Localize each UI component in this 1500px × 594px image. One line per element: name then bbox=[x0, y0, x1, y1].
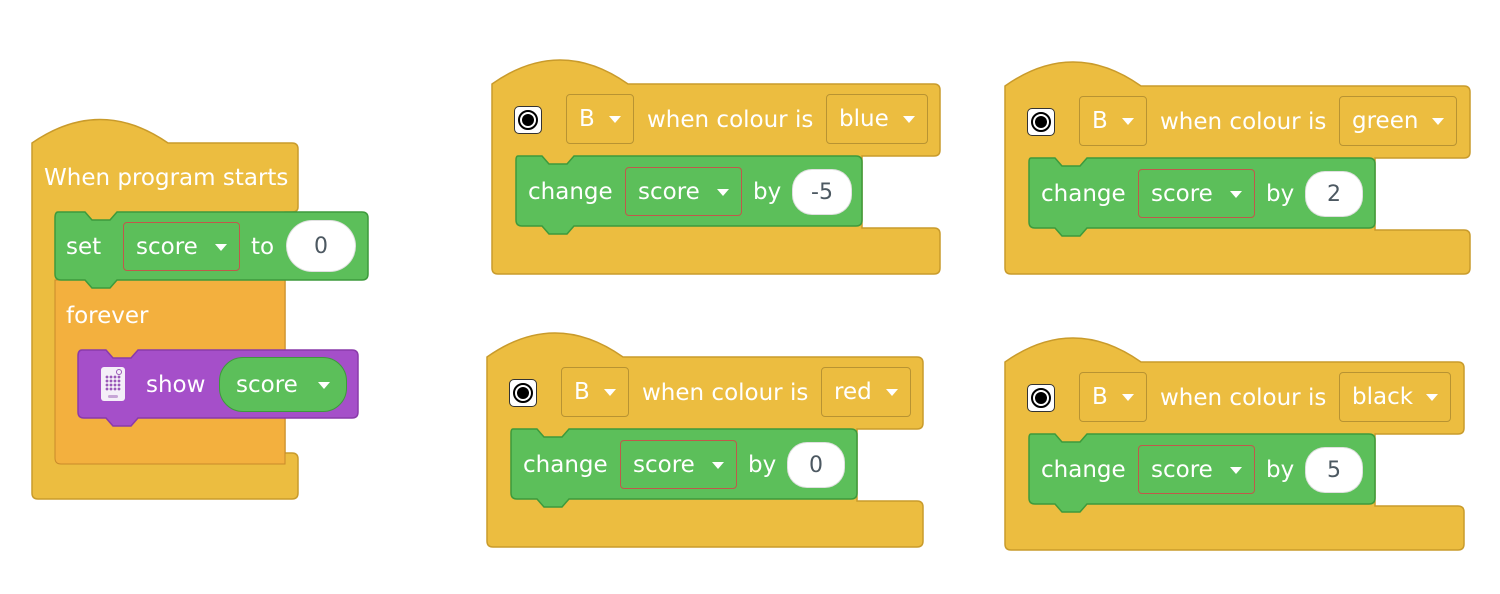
variable-dropdown[interactable]: score bbox=[620, 440, 737, 489]
caret-down-icon bbox=[717, 188, 729, 196]
change-label: change bbox=[523, 452, 608, 478]
caret-down-icon bbox=[1230, 190, 1242, 198]
set-label: set bbox=[66, 234, 102, 260]
caret-down-icon bbox=[318, 381, 330, 389]
colour-dropdown[interactable]: black bbox=[1339, 372, 1451, 422]
variable-dropdown[interactable]: score bbox=[1138, 169, 1255, 218]
port-dropdown[interactable]: B bbox=[561, 367, 629, 417]
by-label: by bbox=[1266, 181, 1295, 207]
caret-down-icon bbox=[1122, 394, 1134, 401]
caret-down-icon bbox=[712, 461, 724, 469]
port-dropdown-value: B bbox=[579, 106, 595, 132]
by-label: by bbox=[753, 179, 782, 205]
colour-dropdown[interactable]: red bbox=[821, 367, 911, 417]
value-input[interactable]: -5 bbox=[792, 169, 852, 215]
variable-dropdown-value: score bbox=[1151, 456, 1213, 483]
caret-down-icon bbox=[609, 116, 621, 123]
color-sensor-icon bbox=[1027, 384, 1055, 412]
colour-dropdown[interactable]: green bbox=[1339, 96, 1457, 146]
value-input[interactable]: 5 bbox=[1305, 447, 1363, 493]
variable-dropdown[interactable]: score bbox=[123, 222, 240, 271]
change-label: change bbox=[528, 179, 613, 205]
value-input[interactable]: 2 bbox=[1305, 171, 1363, 217]
port-dropdown-value: B bbox=[574, 379, 590, 405]
change-label: change bbox=[1041, 457, 1126, 483]
value-input[interactable]: 0 bbox=[787, 442, 845, 488]
condition-label: when colour is bbox=[1160, 385, 1327, 411]
to-label: to bbox=[251, 234, 275, 260]
condition-label: when colour is bbox=[647, 107, 814, 133]
caret-down-icon bbox=[903, 116, 915, 123]
variable-dropdown-value: score bbox=[638, 178, 700, 205]
colour-dropdown[interactable]: blue bbox=[826, 94, 928, 144]
show-label: show bbox=[146, 372, 206, 398]
variable-reporter-value: score bbox=[236, 371, 298, 398]
forever-label: forever bbox=[66, 303, 149, 329]
port-dropdown[interactable]: B bbox=[566, 94, 634, 144]
caret-down-icon bbox=[215, 243, 227, 251]
condition-label: when colour is bbox=[1160, 109, 1327, 135]
port-dropdown[interactable]: B bbox=[1079, 96, 1147, 146]
variable-dropdown[interactable]: score bbox=[1138, 445, 1255, 494]
value-input[interactable]: 0 bbox=[286, 220, 356, 272]
colour-dropdown-value: black bbox=[1352, 384, 1414, 410]
caret-down-icon bbox=[886, 389, 898, 396]
colour-dropdown-value: red bbox=[834, 379, 872, 405]
variable-dropdown-value: score bbox=[136, 233, 198, 260]
light-matrix-icon bbox=[101, 367, 125, 401]
port-dropdown-value: B bbox=[1092, 108, 1108, 134]
variable-dropdown-value: score bbox=[1151, 180, 1213, 207]
change-label: change bbox=[1041, 181, 1126, 207]
by-label: by bbox=[748, 452, 777, 478]
caret-down-icon bbox=[1122, 118, 1134, 125]
caret-down-icon bbox=[1432, 118, 1444, 125]
color-sensor-icon bbox=[514, 106, 542, 134]
variable-reporter[interactable]: score bbox=[219, 357, 347, 412]
hat-label: When program starts bbox=[44, 165, 289, 191]
caret-down-icon bbox=[1426, 394, 1438, 401]
condition-label: when colour is bbox=[642, 380, 809, 406]
caret-down-icon bbox=[1230, 466, 1242, 474]
port-dropdown-value: B bbox=[1092, 384, 1108, 410]
variable-dropdown[interactable]: score bbox=[625, 167, 742, 216]
variable-dropdown-value: score bbox=[633, 451, 695, 478]
colour-dropdown-value: green bbox=[1352, 108, 1419, 134]
port-dropdown[interactable]: B bbox=[1079, 372, 1147, 422]
color-sensor-icon bbox=[509, 379, 537, 407]
color-sensor-icon bbox=[1027, 108, 1055, 136]
by-label: by bbox=[1266, 457, 1295, 483]
colour-dropdown-value: blue bbox=[839, 106, 889, 132]
caret-down-icon bbox=[604, 389, 616, 396]
